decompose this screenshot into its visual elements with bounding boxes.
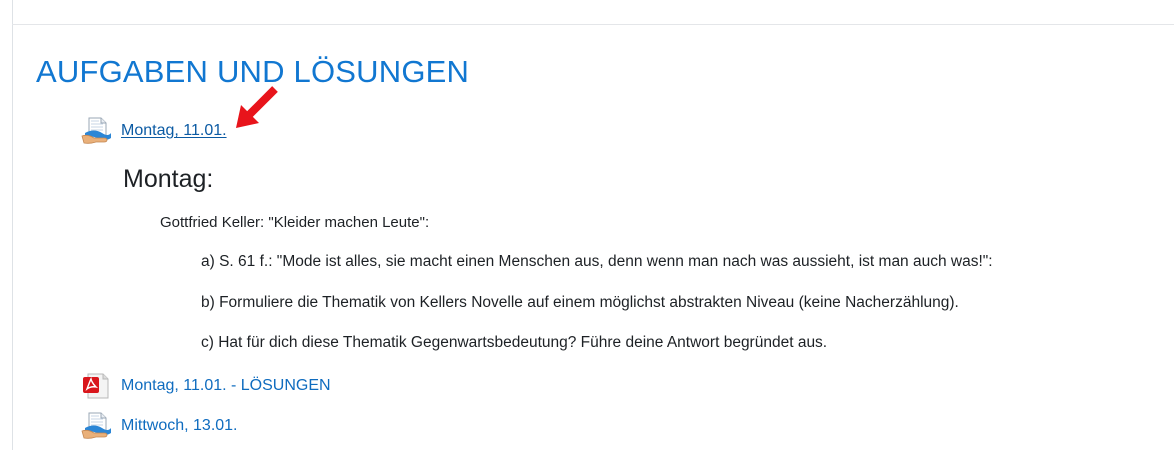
summary-intro: Gottfried Keller: "Kleider machen Leute"… [160, 214, 430, 231]
activity-item-montag[interactable]: Montag, 11.01. [80, 116, 227, 146]
summary-heading: Montag: [123, 165, 214, 193]
activity-item-montag-loesungen[interactable]: Montag, 11.01. - LÖSUNGEN [80, 371, 331, 401]
activity-item-mittwoch[interactable]: Mittwoch, 13.01. [80, 411, 238, 441]
activity-link-montag-loesungen[interactable]: Montag, 11.01. - LÖSUNGEN [121, 376, 331, 396]
top-divider [12, 24, 1174, 25]
page-icon [81, 117, 111, 144]
page-icon [81, 412, 111, 439]
task-item: c) Hat für dich diese Thematik Gegenwart… [201, 334, 828, 351]
red-arrow-icon [236, 86, 278, 128]
pdf-icon [83, 373, 109, 399]
activity-link-montag[interactable]: Montag, 11.01. [121, 121, 227, 141]
task-item: b) Formuliere die Thematik von Kellers N… [201, 294, 959, 311]
activity-link-mittwoch[interactable]: Mittwoch, 13.01. [121, 416, 238, 436]
left-border [12, 0, 13, 450]
task-item: a) S. 61 f.: "Mode ist alles, sie macht … [201, 253, 993, 270]
